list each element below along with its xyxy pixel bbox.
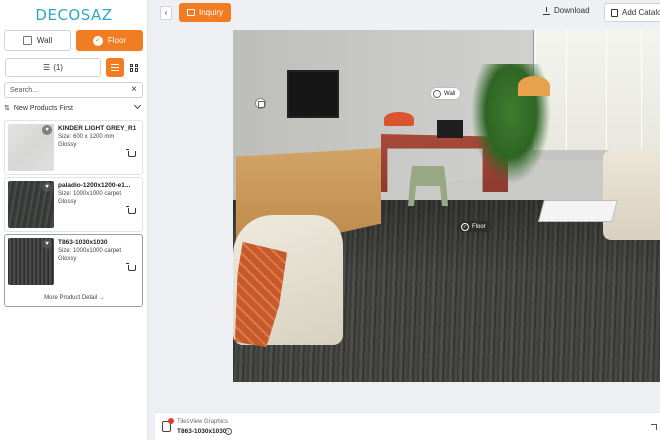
product-size: Size: 600 x 1200 mm — [58, 134, 115, 140]
room-preview[interactable]: Wall ✓ Floor — [233, 30, 660, 382]
list-view-button[interactable] — [106, 58, 124, 77]
filter-icon: ☰ — [43, 63, 51, 72]
bottom-status-bar: TilesView Graphics T863-1030x1030 i — [155, 412, 660, 440]
floor-toggle-label: Floor — [107, 36, 127, 45]
inquiry-label: Inquiry — [198, 8, 223, 17]
inquiry-icon — [186, 9, 195, 16]
download-icon — [543, 6, 550, 15]
sort-label: New Products First — [13, 104, 73, 112]
tilesview-label: TilesView Graphics — [177, 419, 229, 425]
checkbox-icon — [22, 36, 32, 45]
floor-toggle-button[interactable]: ✓ Floor — [76, 30, 143, 51]
wall-marker-icon[interactable] — [255, 98, 266, 109]
download-button[interactable]: Download — [543, 6, 590, 15]
brand-logo: DECOSAZ — [35, 6, 113, 24]
more-product-detail-link[interactable]: More Product Detail → — [5, 295, 144, 301]
checkbox-icon — [433, 89, 441, 98]
room-sofa — [603, 150, 660, 240]
wall-surface-tag[interactable]: Wall — [431, 88, 461, 99]
cart-icon[interactable] — [126, 149, 136, 157]
catalog-icon — [611, 8, 618, 17]
search-input[interactable]: Search... × — [4, 82, 143, 98]
sort-icon: ⇅ — [4, 105, 10, 112]
window-mullion — [641, 30, 642, 150]
floor-surface-tag[interactable]: ✓ Floor — [459, 221, 491, 232]
window-mullion — [606, 30, 607, 150]
product-name: KINDER LIGHT GREY_R1 — [58, 125, 137, 132]
arrow-right-icon: → — [98, 295, 105, 301]
product-finish: Glossy — [58, 256, 77, 262]
wall-toggle-label: Wall — [36, 36, 53, 45]
product-size: Size: 1000x1000 carpet — [58, 191, 122, 197]
product-finish: Glossy — [58, 142, 77, 148]
room-desk-lamp — [384, 112, 414, 126]
filter-count: (1) — [53, 63, 63, 72]
info-icon[interactable]: i — [225, 428, 232, 435]
add-catalog-button[interactable]: Add Catalo — [604, 3, 660, 22]
product-name: paladio-1200x1200-e1... — [58, 182, 131, 189]
room-monitor — [437, 120, 463, 138]
heart-icon[interactable]: ♥ — [42, 182, 52, 192]
add-catalog-label: Add Catalo — [622, 8, 660, 17]
download-label: Download — [554, 6, 590, 15]
more-product-detail-label: More Product Detail — [44, 295, 98, 301]
room-coffee-table — [538, 200, 618, 222]
list-icon — [111, 64, 119, 71]
top-toolbar: ‹ Inquiry Download Add Catalo — [155, 0, 660, 26]
grid-icon — [130, 63, 138, 72]
product-name: T863-1030x1030 — [58, 239, 108, 246]
search-placeholder: Search... — [10, 86, 39, 94]
heart-icon[interactable]: ♥ — [42, 125, 52, 135]
product-card[interactable]: ♥ paladio-1200x1200-e1... Size: 1000x100… — [4, 177, 143, 232]
check-icon: ✓ — [461, 222, 469, 231]
floor-tag-label: Floor — [472, 223, 486, 230]
current-product-name: T863-1030x1030 — [177, 428, 227, 435]
inquiry-button[interactable]: Inquiry — [179, 3, 231, 22]
product-card[interactable]: ♥ KINDER LIGHT GREY_R1 Size: 600 x 1200 … — [4, 120, 143, 175]
heart-icon[interactable]: ♥ — [42, 239, 52, 249]
product-finish: Glossy — [58, 199, 77, 205]
product-size: Size: 1000x1000 carpet — [58, 248, 122, 254]
collapse-sidebar-button[interactable]: ‹ — [160, 6, 172, 20]
room-tv — [287, 70, 339, 118]
cart-icon[interactable] — [126, 263, 136, 271]
wall-tag-label: Wall — [444, 90, 456, 97]
filter-button[interactable]: ☰ (1) — [5, 58, 101, 77]
wall-toggle-button[interactable]: Wall — [4, 30, 71, 51]
grid-view-button[interactable] — [125, 58, 143, 77]
cart-icon[interactable] — [126, 206, 136, 214]
sort-dropdown[interactable]: ⇅ New Products First — [4, 101, 143, 114]
chevron-down-icon — [133, 101, 142, 110]
check-icon: ✓ — [92, 35, 103, 46]
room-pendant-lamp — [518, 76, 550, 96]
expand-icon[interactable] — [651, 424, 657, 430]
sidebar: DECOSAZ Wall ✓ Floor ☰ (1) Search... × ⇅… — [0, 0, 148, 440]
close-icon[interactable]: × — [131, 84, 137, 95]
notification-badge — [168, 418, 174, 424]
window-mullion — [566, 30, 567, 150]
room-window — [533, 30, 660, 150]
product-card-selected[interactable]: ♥ T863-1030x1030 Size: 1000x1000 carpet … — [4, 234, 143, 307]
